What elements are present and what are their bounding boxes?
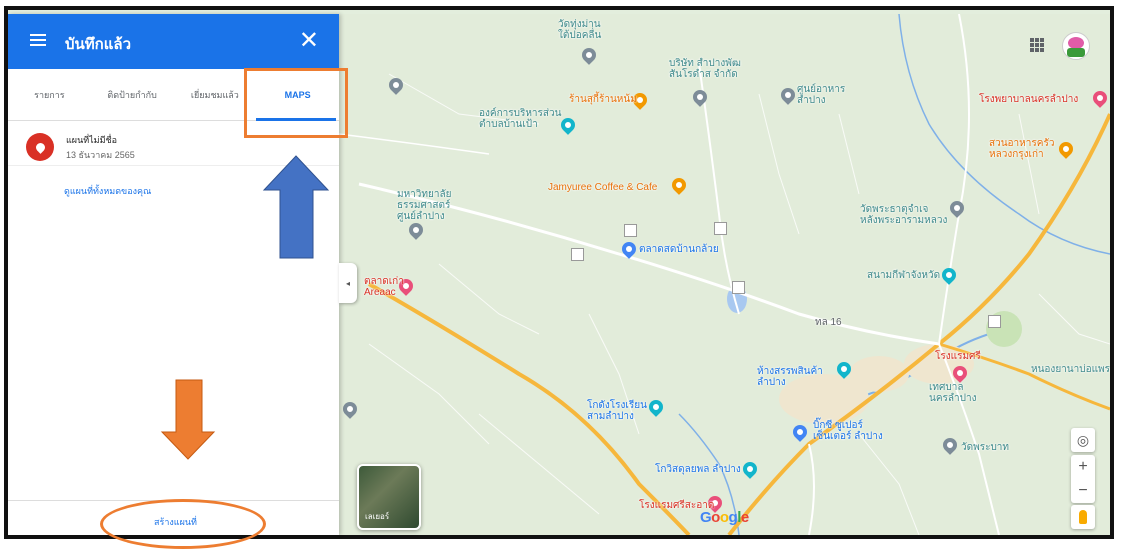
zoom-out-button[interactable]: −	[1071, 479, 1095, 503]
poi-label[interactable]: Jamyuree Coffee & Cafe	[548, 182, 657, 193]
hamburger-menu-icon[interactable]	[30, 34, 46, 46]
poi-label[interactable]: มหาวิทยาลัย ธรรมศาสตร์ ศูนย์ลำปาง	[397, 189, 451, 222]
route-shield: ﾠ	[988, 315, 1002, 328]
poi-label[interactable]: บิ๊กซี ซูเปอร์ เซ็นเตอร์ ลำปาง	[813, 420, 883, 442]
poi-label[interactable]: วัดพระบาท	[961, 442, 1009, 453]
top-strip	[0, 0, 1124, 5]
route-shield: ﾠ	[714, 222, 728, 235]
panel-title: บันทึกแล้ว	[65, 36, 132, 53]
poi-label[interactable]: โรงแรมศรี	[935, 351, 981, 362]
zoom-in-button[interactable]: +	[1071, 455, 1095, 479]
collapse-panel-button[interactable]: ◂	[339, 263, 357, 303]
poi-label[interactable]: โรงพยาบาลนครลำปาง	[979, 94, 1078, 105]
poi-label[interactable]: วัดพระธาตุจำเจ หลังพระอารามหลวง	[860, 204, 947, 226]
map-item-date: 13 ธันวาคม 2565	[66, 150, 135, 160]
apps-grid-icon[interactable]	[1030, 38, 1044, 52]
map-canvas[interactable]: วัดทุ่งม่าน ใต้ปอคลื่น บริษัท สำปางพัฒ ส…	[339, 14, 1110, 535]
annotation-ellipse	[100, 499, 266, 549]
poi-label[interactable]: โกดังโรงเรียน สามลำปาง	[587, 400, 647, 422]
view-all-maps-link[interactable]: ดูแผนที่ทั้งหมดของคุณ	[64, 184, 151, 198]
annotation-highlight-box	[244, 68, 348, 138]
poi-label[interactable]: ศูนย์อาหาร สำปาง	[797, 84, 845, 106]
poi-label[interactable]: บริษัท สำปางพัฒ สันโรดำส จำกัด	[669, 58, 741, 80]
zoom-control: + −	[1071, 455, 1095, 503]
poi-label[interactable]: ตลาดสดบ้านกล้วย	[639, 244, 719, 255]
tab-labeled[interactable]: ติดป้ายกำกับ	[91, 69, 174, 120]
poi-label[interactable]: ร้านสุกี้ร้านหน้ม	[569, 94, 637, 105]
map-roads	[339, 14, 1110, 535]
poi-label[interactable]: หนองยานาบ่อแพร	[1031, 364, 1110, 375]
map-pin-icon	[26, 133, 54, 161]
layers-button[interactable]: เลเยอร์	[357, 464, 421, 530]
account-avatar[interactable]	[1062, 32, 1090, 60]
route-shield: ﾠ	[732, 281, 746, 294]
route-shield: ﾠ	[624, 224, 638, 237]
poi-label[interactable]: โกวิสดุลยพล ลำปาง	[655, 464, 741, 475]
poi-label[interactable]: เทศบาล นครลำปาง	[929, 382, 977, 404]
close-icon[interactable]: ✕	[299, 26, 319, 55]
my-location-icon[interactable]: ◎	[1071, 428, 1095, 452]
poi-label[interactable]: องค์การบริหารส่วน ตำบลบ้านเป้า	[479, 108, 561, 130]
layers-label: เลเยอร์	[365, 512, 390, 521]
poi-label[interactable]: ตลาดเก่า Areaac	[364, 276, 404, 298]
panel-header: บันทึกแล้ว ✕	[8, 14, 339, 69]
road-label: ทล 16	[815, 317, 842, 328]
map-item-title: แผนที่ไม่มีชื่อ	[66, 135, 118, 145]
route-shield: ﾠ	[571, 248, 585, 261]
street-view-pegman-icon[interactable]	[1071, 505, 1095, 529]
poi-label[interactable]: ห้างสรรพสินค้า ลำปาง	[757, 366, 823, 388]
poi-label[interactable]: วัดทุ่งม่าน ใต้ปอคลื่น	[558, 19, 601, 41]
google-logo: Google	[700, 509, 749, 526]
poi-label[interactable]: สวนอาหารครัว หลวงกรุงเก่า	[989, 138, 1054, 160]
poi-label[interactable]: สนามกีฬาจังหวัด	[867, 270, 940, 281]
tab-lists[interactable]: รายการ	[8, 69, 91, 120]
